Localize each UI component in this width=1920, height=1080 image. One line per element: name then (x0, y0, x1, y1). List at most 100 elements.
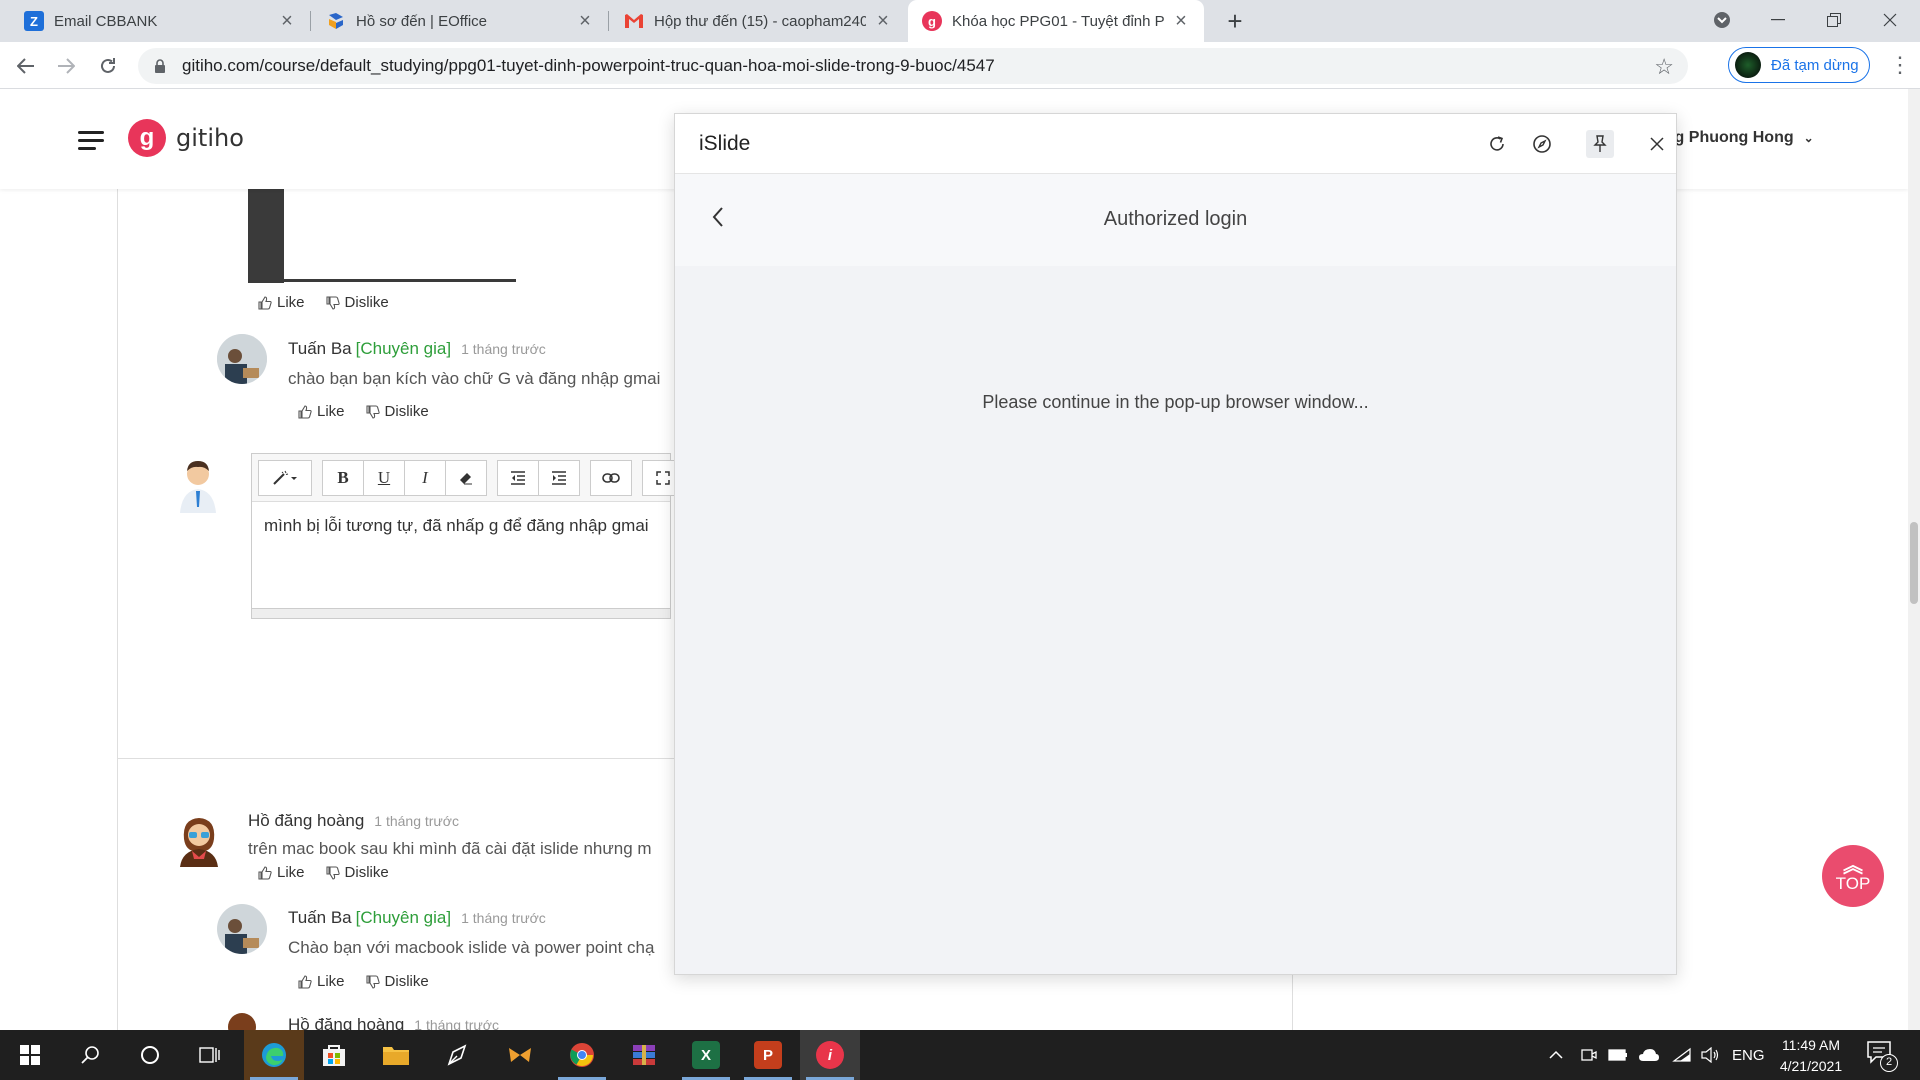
meet-now-icon[interactable] (1580, 1030, 1598, 1080)
author-name[interactable]: Hồ đăng hoàng (248, 811, 364, 830)
link-icon[interactable] (590, 460, 632, 496)
double-chevron-up-icon: ︽ (1843, 855, 1863, 877)
dislike-button[interactable]: Dislike (325, 864, 389, 881)
expert-badge: [Chuyên gia] (355, 908, 452, 927)
restore-button[interactable] (1806, 0, 1862, 40)
editor-text: mình bị lỗi tương tự, đã nhấp (264, 516, 489, 535)
reload-icon[interactable] (92, 50, 124, 82)
dislike-button[interactable]: Dislike (365, 973, 429, 990)
islide-header: iSlide (675, 114, 1676, 174)
notification-center-icon[interactable]: 2 (1866, 1040, 1898, 1072)
windows-taskbar: X P i ENG 11:49 AM 4/21/2021 2 (0, 1030, 1920, 1080)
editor-resize-handle[interactable] (251, 609, 671, 619)
chrome-taskbar-icon[interactable] (552, 1030, 612, 1080)
close-window-button[interactable] (1862, 0, 1918, 40)
close-icon[interactable]: × (576, 10, 594, 33)
language-indicator[interactable]: ENG (1732, 1030, 1765, 1080)
more-vert-icon[interactable]: ⋮ (1888, 50, 1912, 82)
new-tab-button[interactable]: + (1220, 6, 1250, 36)
onedrive-cloud-icon[interactable] (1638, 1030, 1660, 1080)
file-explorer-taskbar-icon[interactable] (366, 1030, 426, 1080)
address-bar[interactable]: gitiho.com/course/default_studying/ppg01… (138, 48, 1688, 84)
editor-content[interactable]: mình bị lỗi tương tự, đã nhấp g để đăng … (264, 516, 649, 536)
comment-author: Hồ đăng hoàng 1 tháng trước (288, 1015, 499, 1030)
cortana-icon[interactable] (120, 1030, 180, 1080)
close-icon[interactable]: × (1172, 10, 1190, 33)
like-button[interactable]: Like (297, 973, 345, 990)
gitiho-logo[interactable]: g gitiho (128, 119, 244, 157)
dislike-button[interactable]: Dislike (365, 403, 429, 420)
italic-button[interactable]: I (404, 460, 446, 496)
page-scrollbar[interactable] (1908, 89, 1920, 1030)
current-user-avatar (174, 457, 222, 513)
profile-button[interactable]: Đã tạm dừng (1728, 47, 1870, 83)
tab-gitiho-course[interactable]: g Khóa học PPG01 - Tuyệt đỉnh Po × (908, 0, 1204, 42)
avatar[interactable] (217, 334, 267, 384)
system-clock[interactable]: 11:49 AM 4/21/2021 (1766, 1035, 1856, 1077)
bold-button[interactable]: B (322, 460, 364, 496)
task-view-icon[interactable] (180, 1030, 240, 1080)
hamburger-menu-icon[interactable] (78, 131, 104, 151)
avatar[interactable] (174, 813, 224, 867)
comment-author: Tuấn Ba [Chuyên gia] 1 tháng trước (288, 339, 546, 359)
comment-time: 1 tháng trước (374, 813, 459, 829)
show-hidden-icons-chevron-icon[interactable] (1548, 1030, 1564, 1080)
compass-icon[interactable] (1528, 130, 1556, 158)
back-arrow-icon[interactable] (10, 50, 42, 82)
like-button[interactable]: Like (257, 294, 305, 311)
dislike-label: Dislike (344, 294, 389, 311)
magic-wand-icon[interactable] (258, 460, 312, 496)
author-name[interactable]: Hồ đăng hoàng (288, 1015, 404, 1030)
battery-icon[interactable] (1608, 1030, 1628, 1080)
outdent-icon[interactable] (497, 460, 539, 496)
like-button[interactable]: Like (257, 864, 305, 881)
browser-toolbar: gitiho.com/course/default_studying/ppg01… (0, 42, 1920, 89)
expert-badge: [Chuyên gia] (355, 339, 452, 358)
dislike-button[interactable]: Dislike (325, 294, 389, 311)
minimize-button[interactable] (1750, 0, 1806, 40)
user-menu[interactable]: ong Phuong Hong ⌄ (1655, 129, 1814, 147)
tab-eoffice[interactable]: Hồ sơ đến | EOffice × (312, 0, 608, 42)
close-icon[interactable] (1643, 130, 1671, 158)
volume-icon[interactable] (1700, 1030, 1720, 1080)
pen-app-taskbar-icon[interactable] (428, 1030, 488, 1080)
close-icon[interactable]: × (278, 10, 296, 33)
underline-button[interactable]: U (363, 460, 405, 496)
pin-icon[interactable] (1586, 130, 1614, 158)
author-name[interactable]: Tuấn Ba (288, 339, 352, 358)
windows-start-icon[interactable] (0, 1030, 60, 1080)
image-progress-line (248, 279, 516, 282)
scrollbar-thumb[interactable] (1910, 522, 1918, 604)
wifi-icon[interactable] (1672, 1030, 1692, 1080)
thumbs-up-icon (258, 865, 272, 880)
lock-icon (155, 59, 165, 73)
thumbs-up-icon (298, 974, 312, 989)
dislike-label: Dislike (344, 864, 389, 881)
indent-icon[interactable] (538, 460, 580, 496)
dislike-label: Dislike (384, 403, 429, 420)
tab-gmail[interactable]: Hộp thư đến (15) - caopham240 × (610, 0, 906, 42)
islide-taskbar-icon[interactable]: i (800, 1030, 860, 1080)
store-taskbar-icon[interactable] (304, 1030, 364, 1080)
eraser-icon[interactable] (445, 460, 487, 496)
clock-time: 11:49 AM (1781, 1037, 1841, 1053)
edge-taskbar-icon[interactable] (244, 1030, 304, 1080)
bookmark-star-icon[interactable]: ☆ (1654, 54, 1674, 80)
winrar-taskbar-icon[interactable] (614, 1030, 674, 1080)
tab-search-button[interactable] (1694, 0, 1750, 40)
excel-taskbar-icon[interactable]: X (676, 1030, 736, 1080)
like-label: Like (317, 403, 345, 420)
butterfly-app-taskbar-icon[interactable] (490, 1030, 550, 1080)
browser-tab-strip: Z Email CBBANK × Hồ sơ đến | EOffice × H… (0, 0, 1920, 42)
back-to-top-button[interactable]: ︽ TOP (1822, 845, 1884, 907)
close-icon[interactable]: × (874, 10, 892, 33)
like-button[interactable]: Like (297, 403, 345, 420)
tab-email-cbbank[interactable]: Z Email CBBANK × (10, 0, 310, 42)
forward-arrow-icon[interactable] (50, 50, 82, 82)
avatar[interactable] (217, 904, 267, 954)
thumbs-up-icon (298, 404, 312, 419)
search-icon[interactable] (60, 1030, 120, 1080)
refresh-icon[interactable] (1483, 130, 1511, 158)
powerpoint-taskbar-icon[interactable]: P (738, 1030, 798, 1080)
author-name[interactable]: Tuấn Ba (288, 908, 352, 927)
